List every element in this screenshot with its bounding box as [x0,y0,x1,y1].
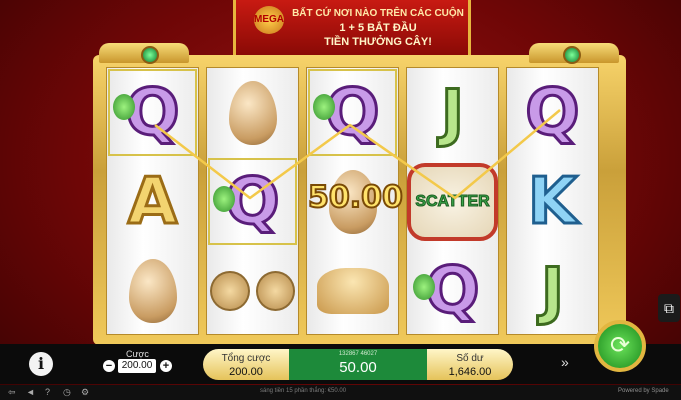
footer-status-text: sáng tiền 15 phần thắng: €50.00 [260,388,347,394]
balance-value: 1,646.00 [448,366,492,378]
exit-icon[interactable]: ⇦ [8,387,18,397]
win-amount-overlay: 50.00 [307,179,404,216]
win-panel: 132867 46027 50.00 [289,349,427,380]
info-button[interactable]: i [29,352,53,376]
total-bet-value: 200.00 [229,366,263,378]
bet-decrease-button[interactable]: − [103,360,115,372]
round-id: 132867 46027 [338,351,378,357]
spin-button[interactable]: ⟳ [594,320,646,372]
bet-value: 200.00 [118,359,156,373]
win-value: 50.00 [339,359,377,376]
bet-label: Cược [126,349,149,359]
settings-icon[interactable]: ⚙ [81,387,91,397]
bet-increase-button[interactable]: + [160,360,172,372]
autoplay-button[interactable]: ⧉ [658,294,680,322]
powered-by-label: Powered by Spade [618,388,669,394]
help-icon[interactable]: ? [45,387,55,397]
balance-panel: Số dư 1,646.00 [427,349,513,380]
total-bet-panel: Tổng cược 200.00 [203,349,289,380]
history-icon[interactable]: ◷ [63,387,73,397]
total-bet-label: Tổng cược [221,353,271,364]
volume-icon[interactable]: ◄ [26,387,36,397]
balance-label: Số dư [456,353,484,364]
turbo-button[interactable]: » [561,354,583,372]
